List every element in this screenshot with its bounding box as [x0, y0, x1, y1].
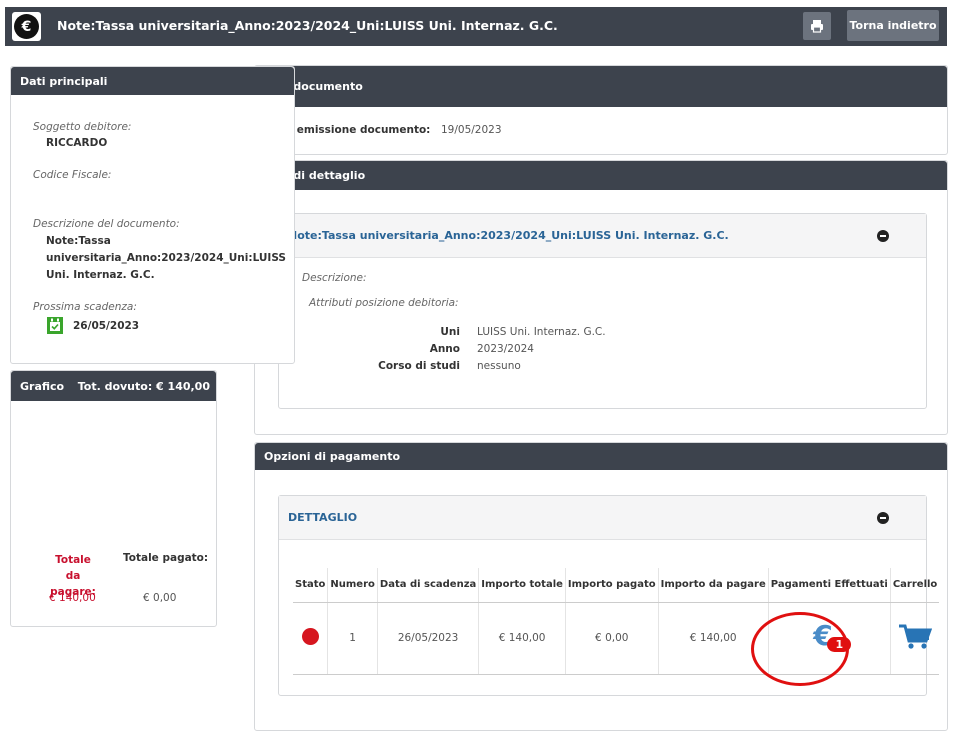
grafico-panel: Grafico Tot. dovuto: € 140,00 Totale da … [10, 370, 217, 627]
tot-dovuto: Tot. dovuto: € 140,00 [77, 379, 210, 393]
attr-corso-key: Corso di studi [378, 360, 460, 372]
col-data-scadenza: Data di scadenza [376, 568, 479, 603]
cart-icon[interactable] [898, 623, 933, 651]
attr-anno-key: Anno [429, 343, 460, 355]
descrizione-value-line1: Note:Tassa [46, 235, 111, 247]
pagamento-card-header[interactable]: DETTAGLIO [279, 496, 926, 540]
da-pagare-cell: € 140,00 [657, 602, 769, 675]
col-importo-totale: Importo totale [478, 568, 566, 603]
attr-uni-key: Uni [440, 326, 460, 338]
totale-da-pagare-value: € 140,00 [49, 592, 96, 604]
printer-icon [811, 20, 823, 33]
soggetto-label: Soggetto debitore: [33, 121, 132, 133]
totale-pagato-label: Totale pagato: [123, 552, 209, 564]
dettaglio-card: Note:Tassa universitaria_Anno:2023/2024_… [278, 213, 927, 409]
emissione-value: 19/05/2023 [441, 124, 502, 136]
carrello-cell [889, 602, 940, 675]
col-importo-pagato: Importo pagato [564, 568, 659, 603]
pagato-cell: € 0,00 [564, 602, 659, 675]
status-red-dot-icon [301, 628, 319, 645]
attributi-label: Attributi posizione debitoria: [309, 297, 459, 309]
dati-principali-title: Dati principali [11, 67, 294, 95]
euro-logo-icon: € [12, 12, 41, 41]
totale-cell: € 140,00 [478, 602, 566, 675]
grafico-header: Grafico Tot. dovuto: € 140,00 [11, 371, 216, 401]
dati-documento-title: Dati documento [255, 66, 947, 107]
header-bar: € Note:Tassa universitaria_Anno:2023/202… [5, 7, 947, 46]
descrizione-value-line2: universitaria_Anno:2023/2024_Uni:LUISS [46, 252, 286, 264]
collapse-icon[interactable] [877, 512, 889, 524]
descrizione-documento-label: Descrizione del documento: [33, 218, 180, 230]
dettaglio-card-title: Note:Tassa universitaria_Anno:2023/2024_… [288, 229, 729, 242]
dati-dettaglio-title: Dati di dettaglio [255, 161, 947, 190]
scadenza-value: 26/05/2023 [73, 320, 140, 332]
page-title: Note:Tassa universitaria_Anno:2023/2024_… [57, 18, 558, 33]
stato-cell [293, 602, 328, 675]
pagamento-card-title: DETTAGLIO [288, 511, 358, 524]
col-numero: Numero [327, 568, 378, 603]
opzioni-title: Opzioni di pagamento [255, 443, 947, 470]
soggetto-value: RICCARDO [46, 137, 108, 149]
back-button[interactable]: Torna indietro [847, 10, 939, 41]
dati-documento-panel: Dati documento ta emissione documento: 1… [254, 65, 948, 155]
scadenza-cell: 26/05/2023 [376, 602, 479, 675]
collapse-icon[interactable] [877, 230, 889, 242]
numero-cell: 1 [327, 602, 378, 675]
col-carrello: Carrello [889, 568, 940, 603]
attr-corso-value: nessuno [477, 360, 521, 372]
dettaglio-card-header[interactable]: Note:Tassa universitaria_Anno:2023/2024_… [279, 214, 926, 258]
emissione-label: ta emissione documento: [281, 124, 431, 136]
attr-uni-value: LUISS Uni. Internaz. G.C. [477, 326, 606, 338]
dati-principali-panel: Dati principali Soggetto debitore: RICCA… [10, 66, 295, 364]
dati-dettaglio-panel: Dati di dettaglio Note:Tassa universitar… [254, 160, 948, 435]
totale-pagato-value: € 0,00 [143, 592, 177, 604]
opzioni-pagamento-panel: Opzioni di pagamento DETTAGLIO Stato Num… [254, 442, 948, 731]
highlight-ring [751, 612, 849, 686]
calendar-check-icon [47, 317, 63, 334]
descrizione-label: Descrizione: [302, 272, 367, 284]
col-importo-da-pagare: Importo da pagare [657, 568, 769, 603]
grafico-title: Grafico [20, 379, 65, 393]
col-pagamenti-effettuati: Pagamenti Effettuati [767, 568, 891, 603]
col-stato: Stato [293, 568, 328, 603]
print-button[interactable] [803, 12, 831, 40]
codice-fiscale-label: Codice Fiscale: [33, 169, 112, 181]
table-header-row: Stato Numero Data di scadenza Importo to… [293, 568, 940, 603]
descrizione-value-line3: Uni. Internaz. G.C. [46, 269, 155, 281]
attr-anno-value: 2023/2024 [477, 343, 534, 355]
prossima-scadenza-label: Prossima scadenza: [33, 301, 137, 313]
